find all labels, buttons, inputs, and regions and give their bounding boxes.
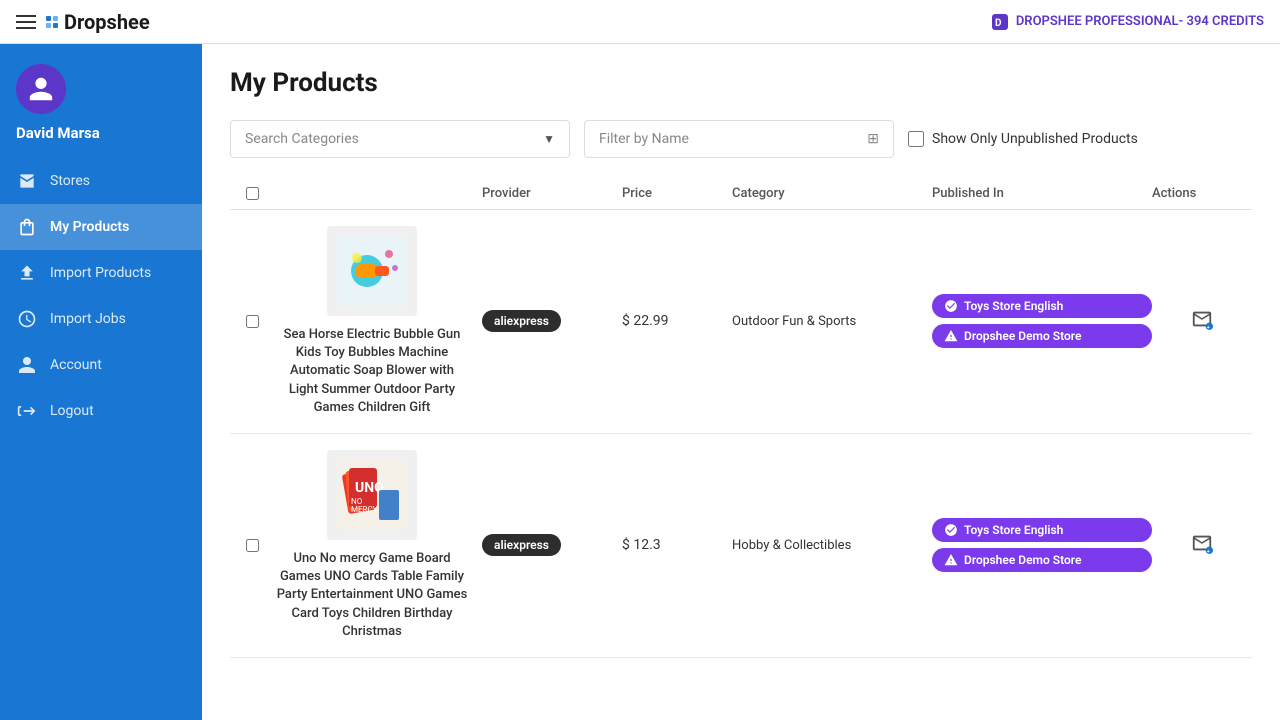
filter-icon: ⊞ xyxy=(867,131,879,147)
sidebar-item-logout[interactable]: Logout xyxy=(0,388,202,434)
avatar-icon xyxy=(27,75,55,103)
store-action-icon-2: + xyxy=(1191,532,1213,554)
bag-icon xyxy=(16,216,38,238)
logo: Dropshee xyxy=(46,10,150,34)
jobs-icon xyxy=(16,308,38,330)
layout: David Marsa Stores My Products Import Pr… xyxy=(0,44,1280,720)
store-badge-1-warning[interactable]: Dropshee Demo Store xyxy=(932,324,1152,348)
show-unpublished-checkbox[interactable] xyxy=(908,131,924,147)
row-check-1[interactable] xyxy=(230,315,274,328)
row-checkbox-1[interactable] xyxy=(246,315,259,328)
search-categories-placeholder: Search Categories xyxy=(245,131,359,147)
svg-text:+: + xyxy=(1207,325,1210,330)
table-row: Sea Horse Electric Bubble Gun Kids Toy B… xyxy=(230,210,1252,434)
store-action-icon: + xyxy=(1191,308,1213,330)
product-image-2: UNO NO MERCY xyxy=(327,450,417,540)
warning-icon xyxy=(944,329,958,343)
logo-text: Dropshee xyxy=(64,10,150,34)
svg-text:MERCY: MERCY xyxy=(351,505,378,514)
store-badge-2-published[interactable]: Toys Store English xyxy=(932,518,1152,542)
action-button-1[interactable]: + xyxy=(1187,304,1217,339)
sidebar-label-logout: Logout xyxy=(50,403,94,419)
filter-by-name-input[interactable]: Filter by Name ⊞ xyxy=(584,120,894,158)
table-header: Provider Price Category Published In Act… xyxy=(230,178,1252,210)
category-cell-2: Hobby & Collectibles xyxy=(732,538,932,553)
warning-icon-2 xyxy=(944,553,958,567)
check-circle-icon xyxy=(944,299,958,313)
sidebar: David Marsa Stores My Products Import Pr… xyxy=(0,44,202,720)
product-name-1: Sea Horse Electric Bubble Gun Kids Toy B… xyxy=(274,326,470,417)
sidebar-label-my-products: My Products xyxy=(50,219,129,235)
credits-icon: D xyxy=(992,14,1008,30)
header-category: Category xyxy=(732,186,932,201)
avatar xyxy=(16,64,66,114)
account-icon xyxy=(16,354,38,376)
show-unpublished-label[interactable]: Show Only Unpublished Products xyxy=(908,131,1138,147)
sidebar-label-stores: Stores xyxy=(50,173,90,189)
header-actions: Actions xyxy=(1152,186,1252,201)
username: David Marsa xyxy=(16,124,100,142)
actions-cell-1: + xyxy=(1152,304,1252,339)
select-all-checkbox[interactable] xyxy=(246,187,259,200)
category-cell-1: Outdoor Fun & Sports xyxy=(732,314,932,329)
product-cell-2: UNO NO MERCY Uno No mercy Game Board Gam… xyxy=(274,450,482,641)
page-title: My Products xyxy=(230,68,1252,98)
user-section: David Marsa xyxy=(0,44,202,158)
upload-icon xyxy=(16,262,38,284)
filters-bar: Search Categories ▼ Filter by Name ⊞ Sho… xyxy=(230,120,1252,158)
store-name-1-1: Toys Store English xyxy=(964,299,1063,313)
uno-cards-svg: UNO NO MERCY xyxy=(337,460,407,530)
store-name-2-2: Dropshee Demo Store xyxy=(964,553,1081,567)
product-cell-1: Sea Horse Electric Bubble Gun Kids Toy B… xyxy=(274,226,482,417)
header-published-in: Published In xyxy=(932,186,1152,201)
topbar-right: D DROPSHEE PROFESSIONAL- 394 CREDITS xyxy=(992,14,1264,30)
table-row: UNO NO MERCY Uno No mercy Game Board Gam… xyxy=(230,434,1252,658)
product-name-2: Uno No mercy Game Board Games UNO Cards … xyxy=(274,550,470,641)
logout-icon xyxy=(16,400,38,422)
main-content: My Products Search Categories ▼ Filter b… xyxy=(202,44,1280,720)
filter-name-placeholder: Filter by Name xyxy=(599,131,689,147)
sidebar-item-my-products[interactable]: My Products xyxy=(0,204,202,250)
svg-text:+: + xyxy=(1207,549,1210,554)
store-name-2-1: Toys Store English xyxy=(964,523,1063,537)
provider-cell-2: aliexpress xyxy=(482,534,622,556)
store-badge-2-warning[interactable]: Dropshee Demo Store xyxy=(932,548,1152,572)
topbar: Dropshee D DROPSHEE PROFESSIONAL- 394 CR… xyxy=(0,0,1280,44)
search-categories-dropdown[interactable]: Search Categories ▼ xyxy=(230,120,570,158)
row-checkbox-2[interactable] xyxy=(246,539,259,552)
price-cell-2: $ 12.3 xyxy=(622,537,732,553)
published-cell-1: Toys Store English Dropshee Demo Store xyxy=(932,294,1152,348)
svg-text:D: D xyxy=(995,18,1002,29)
store-name-1-2: Dropshee Demo Store xyxy=(964,329,1081,343)
sidebar-label-import-products: Import Products xyxy=(50,265,151,281)
product-image-1 xyxy=(327,226,417,316)
sidebar-item-import-jobs[interactable]: Import Jobs xyxy=(0,296,202,342)
provider-badge-1: aliexpress xyxy=(482,310,561,332)
hamburger-menu[interactable] xyxy=(16,15,36,29)
sidebar-item-account[interactable]: Account xyxy=(0,342,202,388)
actions-cell-2: + xyxy=(1152,528,1252,563)
store-icon xyxy=(16,170,38,192)
header-provider: Provider xyxy=(482,186,622,201)
provider-cell-1: aliexpress xyxy=(482,310,622,332)
logo-icon xyxy=(46,16,58,28)
header-price: Price xyxy=(622,186,732,201)
provider-badge-2: aliexpress xyxy=(482,534,561,556)
sidebar-item-stores[interactable]: Stores xyxy=(0,158,202,204)
check-circle-icon-2 xyxy=(944,523,958,537)
action-button-2[interactable]: + xyxy=(1187,528,1217,563)
chevron-down-icon: ▼ xyxy=(543,132,555,146)
store-badge-1-published[interactable]: Toys Store English xyxy=(932,294,1152,318)
published-cell-2: Toys Store English Dropshee Demo Store xyxy=(932,518,1152,572)
sidebar-label-import-jobs: Import Jobs xyxy=(50,311,126,327)
bubble-gun-svg xyxy=(337,236,407,306)
show-unpublished-text: Show Only Unpublished Products xyxy=(932,131,1138,147)
sidebar-label-account: Account xyxy=(50,357,102,373)
topbar-left: Dropshee xyxy=(16,10,150,34)
price-cell-1: $ 22.99 xyxy=(622,313,732,329)
row-check-2[interactable] xyxy=(230,539,274,552)
plan-text: DROPSHEE PROFESSIONAL- 394 CREDITS xyxy=(1016,14,1264,29)
header-check[interactable] xyxy=(230,187,274,200)
sidebar-item-import-products[interactable]: Import Products xyxy=(0,250,202,296)
